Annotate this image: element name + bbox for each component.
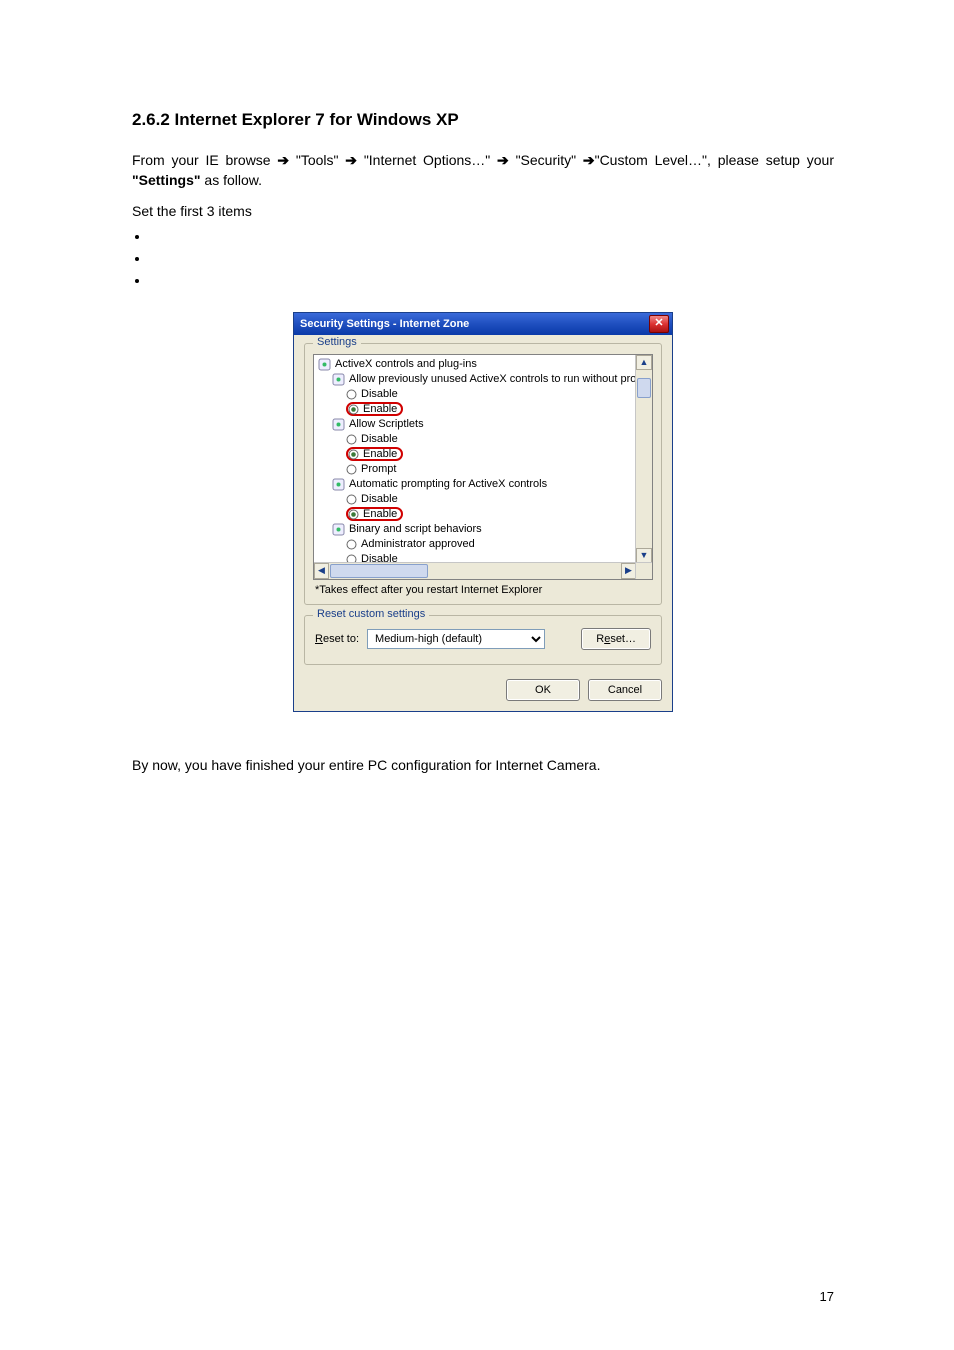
highlight-circle: Enable	[346, 402, 403, 416]
activex-icon	[318, 358, 331, 371]
tree-group-label: Binary and script behaviors	[349, 523, 482, 535]
tree-group: Allow Scriptlets	[318, 417, 653, 432]
closing-paragraph: By now, you have finished your entire PC…	[132, 757, 834, 773]
tree-group: Automatic prompting for ActiveX controls	[318, 477, 653, 492]
scroll-thumb[interactable]	[330, 564, 428, 578]
radio-unselected-icon	[346, 434, 357, 445]
security-settings-dialog: Security Settings - Internet Zone ✕ Sett…	[294, 313, 672, 711]
tree-group: Binary and script behaviors	[318, 522, 653, 537]
reset-row: Reset to: Medium-high (default) Reset…	[315, 628, 651, 650]
scroll-left-icon[interactable]: ◀	[314, 563, 329, 579]
intro-step: "Security"	[516, 152, 577, 168]
tree-category-label: ActiveX controls and plug-ins	[335, 358, 477, 370]
scroll-thumb[interactable]	[637, 378, 651, 398]
option-label: Enable	[363, 403, 397, 415]
radio-unselected-icon	[346, 494, 357, 505]
intro-step: "Internet Options…"	[364, 152, 490, 168]
intro-settings-word: "Settings"	[132, 172, 201, 188]
option-label: Disable	[361, 433, 398, 445]
vertical-scrollbar[interactable]: ▲ ▼	[635, 355, 652, 563]
intro-paragraph: From your IE browse ➔ "Tools" ➔ "Interne…	[132, 150, 834, 191]
tree-option[interactable]: Administrator approved	[318, 537, 653, 552]
activex-icon	[332, 418, 345, 431]
radio-selected-icon	[348, 449, 359, 460]
ok-button[interactable]: OK	[506, 679, 580, 701]
scroll-corner	[635, 562, 652, 579]
tree-option[interactable]: Prompt	[318, 462, 653, 477]
reset-level-select[interactable]: Medium-high (default)	[367, 629, 545, 649]
settings-tree[interactable]: ActiveX controls and plug-ins Allow prev…	[313, 354, 653, 580]
intro-step: "Tools"	[296, 152, 339, 168]
settings-groupbox: Settings ActiveX controls and plug-ins A…	[304, 343, 662, 605]
option-label: Enable	[363, 448, 397, 460]
tree-category: ActiveX controls and plug-ins	[318, 357, 653, 372]
tree-option[interactable]: Disable	[318, 387, 653, 402]
tree-option[interactable]: Disable	[318, 492, 653, 507]
settings-legend: Settings	[313, 336, 361, 348]
arrow-icon: ➔	[497, 150, 509, 170]
activex-icon	[332, 373, 345, 386]
radio-selected-icon	[348, 509, 359, 520]
tree-group-label: Automatic prompting for ActiveX controls	[349, 478, 547, 490]
bullet-item	[150, 273, 834, 295]
radio-unselected-icon	[346, 464, 357, 475]
tree-group: Allow previously unused ActiveX controls…	[318, 372, 653, 387]
arrow-icon: ➔	[583, 150, 595, 170]
reset-legend: Reset custom settings	[313, 608, 429, 620]
set-first-3: Set the first 3 items	[132, 203, 834, 219]
close-button[interactable]: ✕	[649, 315, 669, 333]
reset-groupbox: Reset custom settings Reset to: Medium-h…	[304, 615, 662, 665]
page-number: 17	[820, 1289, 834, 1304]
horizontal-scrollbar[interactable]: ◀ ▶	[314, 562, 636, 579]
scroll-up-icon[interactable]: ▲	[636, 355, 652, 370]
radio-selected-icon	[348, 404, 359, 415]
section-heading: 2.6.2 Internet Explorer 7 for Windows XP	[132, 110, 834, 130]
close-icon: ✕	[654, 318, 663, 329]
radio-unselected-icon	[346, 389, 357, 400]
document-page: 2.6.2 Internet Explorer 7 for Windows XP…	[0, 0, 954, 1350]
arrow-icon: ➔	[277, 150, 289, 170]
scroll-down-icon[interactable]: ▼	[636, 548, 652, 563]
reset-button[interactable]: Reset…	[581, 628, 651, 650]
dialog-button-row: OK Cancel	[304, 679, 662, 701]
option-label: Administrator approved	[361, 538, 475, 550]
activex-icon	[332, 478, 345, 491]
highlight-circle: Enable	[346, 507, 403, 521]
tree-group-label: Allow previously unused ActiveX controls…	[349, 373, 646, 385]
bullet-list	[132, 229, 834, 295]
radio-unselected-icon	[346, 539, 357, 550]
activex-icon	[332, 523, 345, 536]
bullet-item	[150, 229, 834, 251]
reset-to-label: Reset to:	[315, 633, 359, 645]
arrow-icon: ➔	[345, 150, 357, 170]
tree-option[interactable]: Enable	[318, 507, 653, 522]
bullet-item	[150, 251, 834, 273]
dialog-title: Security Settings - Internet Zone	[300, 318, 469, 330]
intro-prefix: From your IE browse	[132, 152, 277, 168]
intro-step: "Custom Level…",	[595, 152, 711, 168]
tree-option[interactable]: Enable	[318, 402, 653, 417]
restart-note: *Takes effect after you restart Internet…	[315, 584, 651, 596]
scroll-right-icon[interactable]: ▶	[621, 563, 636, 579]
dialog-titlebar[interactable]: Security Settings - Internet Zone ✕	[294, 313, 672, 335]
intro-tail: as follow.	[201, 172, 262, 188]
intro-suffix: please setup your	[718, 152, 834, 168]
highlight-circle: Enable	[346, 447, 403, 461]
option-label: Enable	[363, 508, 397, 520]
tree-option[interactable]: Disable	[318, 432, 653, 447]
dialog-body: Settings ActiveX controls and plug-ins A…	[294, 335, 672, 711]
option-label: Disable	[361, 493, 398, 505]
tree-content: ActiveX controls and plug-ins Allow prev…	[314, 355, 653, 580]
cancel-button[interactable]: Cancel	[588, 679, 662, 701]
option-label: Disable	[361, 388, 398, 400]
tree-option[interactable]: Enable	[318, 447, 653, 462]
option-label: Prompt	[361, 463, 396, 475]
tree-group-label: Allow Scriptlets	[349, 418, 424, 430]
